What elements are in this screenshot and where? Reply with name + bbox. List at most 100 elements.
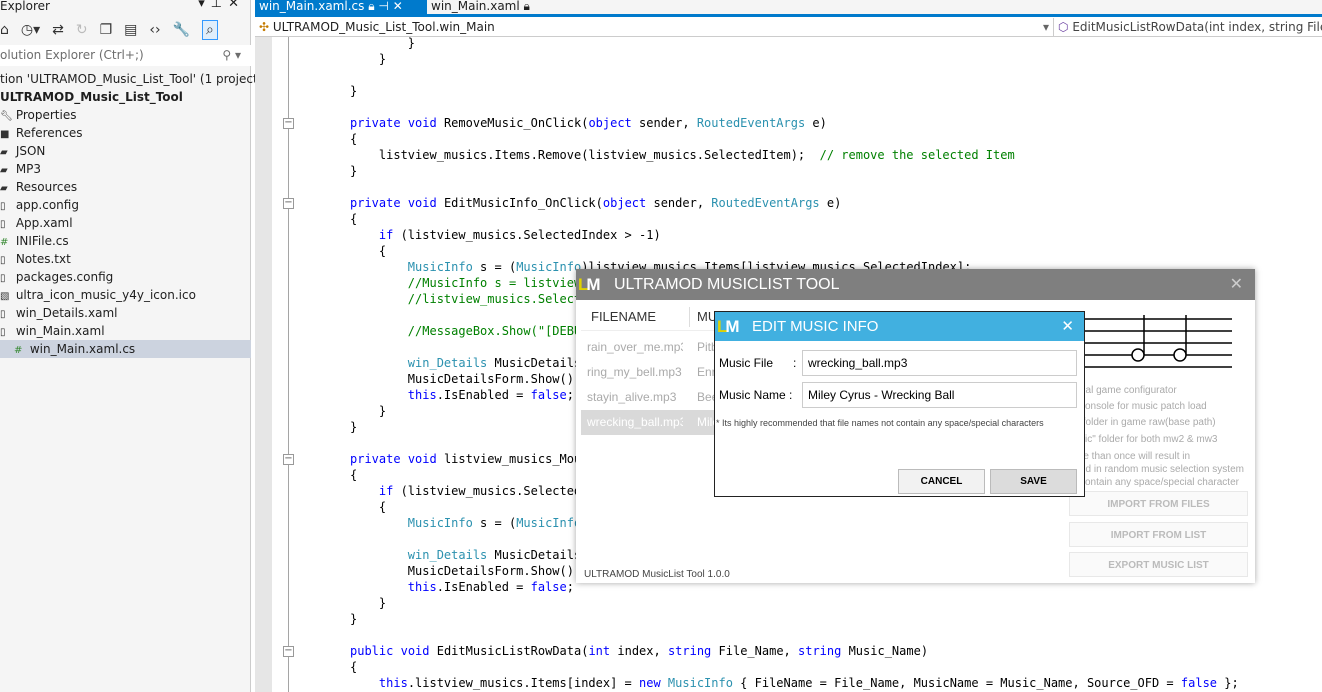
code-token: } bbox=[350, 612, 358, 626]
code-token: MusicDetailsForm.Show(); bbox=[350, 372, 582, 386]
row-filename: rain_over_me.mp3 bbox=[587, 340, 683, 354]
collapse-icon[interactable]: − bbox=[283, 198, 294, 209]
code-token: { FileName = File_Name, MusicName = Musi… bbox=[732, 676, 1181, 690]
code-token: } bbox=[350, 84, 358, 98]
tab-win-main-xaml-cs[interactable]: win_Main.xaml.cs 🔒︎ ⊣ ✕ bbox=[255, 0, 427, 14]
tree-item[interactable]: ▯ win_Details.xaml bbox=[0, 304, 251, 322]
home-icon[interactable]: ⌂ bbox=[0, 22, 9, 38]
code-token: EditMusicInfo_OnClick( bbox=[436, 196, 603, 210]
code-line: win_Details MusicDetailsF bbox=[350, 547, 589, 563]
search-icon[interactable]: ⚲ ▾ bbox=[222, 45, 241, 66]
music-file-input[interactable]: wrecking_ball.mp3 bbox=[802, 350, 1077, 376]
info-line: ed in random music selection system bbox=[1080, 464, 1244, 475]
code-token: object bbox=[588, 116, 632, 130]
tree-item[interactable]: ULTRAMOD_Music_List_Tool bbox=[0, 88, 251, 106]
import-from-list-button[interactable]: IMPORT FROM LIST bbox=[1069, 522, 1248, 547]
music-name-input[interactable]: Miley Cyrus - Wrecking Ball bbox=[802, 382, 1077, 408]
tree-item[interactable]: tion 'ULTRAMOD_Music_List_Tool' (1 proje… bbox=[0, 70, 262, 88]
music-list-row[interactable]: rain_over_me.mp3 Pitb bbox=[581, 335, 721, 360]
code-token: .listview_musics.Items[index] = bbox=[407, 676, 639, 690]
tree-item[interactable]: ▰ JSON bbox=[0, 142, 251, 160]
code-token: new bbox=[639, 676, 661, 690]
method-icon: ⬡ bbox=[1058, 20, 1069, 34]
code-token: { bbox=[350, 132, 358, 146]
edit-music-info-dialog: LM EDIT MUSIC INFO ✕ Music File : wrecki… bbox=[714, 311, 1085, 497]
code-line: } bbox=[350, 163, 357, 179]
search-input[interactable]: olution Explorer (Ctrl+;) ⚲ ▾ bbox=[0, 45, 251, 66]
panel-title: Explorer ▾⊥✕ bbox=[0, 0, 251, 14]
tree-item[interactable]: ▯ app.config bbox=[0, 196, 251, 214]
code-token: sender, bbox=[631, 116, 697, 130]
code-token: e) bbox=[805, 116, 827, 130]
code-line: //listview_musics.Selecte bbox=[350, 291, 589, 307]
save-button[interactable]: SAVE bbox=[990, 469, 1077, 494]
tree-item[interactable]: ▯ App.xaml bbox=[0, 214, 251, 232]
collapse-icon[interactable]: − bbox=[283, 646, 294, 657]
view-code-icon[interactable]: ‹› bbox=[149, 22, 160, 38]
code-token: } bbox=[350, 420, 358, 434]
sync-icon[interactable]: ⇄ bbox=[52, 22, 64, 38]
info-line: nal game configurator bbox=[1080, 385, 1177, 396]
pin-icon[interactable]: ⊥ bbox=[211, 0, 228, 11]
tree-item[interactable]: ▰ MP3 bbox=[0, 160, 251, 178]
code-token: } bbox=[350, 596, 387, 610]
history-icon[interactable]: ◷▾ bbox=[21, 22, 40, 38]
tab-win-main-xaml[interactable]: win_Main.xaml 🔒︎ bbox=[427, 0, 534, 14]
tree-item-label: win_Main.xaml bbox=[15, 324, 105, 338]
collapse-icon[interactable]: − bbox=[283, 454, 294, 465]
class-selector[interactable]: ✣ ULTRAMOD_Music_List_Tool.win_Main ▾ bbox=[259, 18, 1054, 36]
code-token: false bbox=[1180, 676, 1218, 690]
export-music-list-button[interactable]: EXPORT MUSIC LIST bbox=[1069, 552, 1248, 577]
collapse-all-icon[interactable]: ❐ bbox=[100, 22, 113, 38]
code-line: { bbox=[350, 131, 357, 147]
tree-item[interactable]: # INIFile.cs bbox=[0, 232, 251, 250]
cancel-button[interactable]: CANCEL bbox=[898, 469, 985, 494]
tree-item[interactable]: # win_Main.xaml.cs bbox=[0, 340, 251, 358]
music-list-row[interactable]: stayin_alive.mp3 Bee bbox=[581, 385, 721, 410]
column-filename[interactable]: FILENAME bbox=[591, 303, 656, 331]
code-line: listview_musics.Items.Remove(listview_mu… bbox=[350, 147, 1015, 163]
code-token: void bbox=[400, 644, 430, 658]
close-icon[interactable]: ✕ bbox=[228, 0, 245, 11]
tree-item[interactable]: ■ References bbox=[0, 124, 251, 142]
code-token: .IsEnabled = bbox=[436, 388, 531, 402]
refresh-icon[interactable]: ↻ bbox=[76, 22, 88, 38]
pin-icon[interactable]: ⊣ bbox=[378, 0, 388, 13]
code-token: { bbox=[350, 244, 387, 258]
code-line: private void EditMusicInfo_OnClick(objec… bbox=[350, 195, 841, 211]
code-token: EditMusicListRowData( bbox=[429, 644, 589, 658]
import-from-files-button[interactable]: IMPORT FROM FILES bbox=[1069, 491, 1248, 516]
code-token: RoutedEventArgs bbox=[696, 116, 806, 130]
tree-item[interactable]: ▯ Notes.txt bbox=[0, 250, 251, 268]
tree-item-label: Properties bbox=[15, 108, 77, 122]
tree-item[interactable]: ▧ ultra_icon_music_y4y_icon.ico bbox=[0, 286, 251, 304]
tree-item[interactable]: ▯ packages.config bbox=[0, 268, 251, 286]
code-token: //listview_musics.Selecte bbox=[350, 292, 589, 306]
close-icon[interactable]: ✕ bbox=[1230, 269, 1243, 300]
dropdown-icon[interactable]: ▾ bbox=[198, 0, 211, 11]
show-all-files-icon[interactable]: ▤ bbox=[124, 22, 137, 38]
close-icon[interactable]: ✕ bbox=[1061, 312, 1074, 341]
music-list-row[interactable]: wrecking_ball.mp3 Mile bbox=[581, 410, 721, 435]
tree-item[interactable]: ▰ Resources bbox=[0, 178, 251, 196]
member-selector[interactable]: ⬡ EditMusicListRowData(int index, string… bbox=[1058, 18, 1322, 36]
properties-wrench-icon[interactable]: 🔧 bbox=[173, 22, 190, 38]
member-selector-value: EditMusicListRowData(int index, string F… bbox=[1072, 20, 1322, 34]
close-tab-icon[interactable]: ✕ bbox=[393, 0, 403, 13]
code-line: public void EditMusicListRowData(int ind… bbox=[350, 643, 928, 659]
info-line: console for music patch load bbox=[1080, 401, 1207, 412]
code-line: this.listview_musics.Items[index] = new … bbox=[350, 675, 1239, 691]
preview-selected-icon[interactable]: ⌕ bbox=[202, 20, 218, 40]
tree-item[interactable]: 🔧︎ Properties bbox=[0, 106, 251, 124]
collapse-icon[interactable]: − bbox=[283, 118, 294, 129]
music-list-row[interactable]: ring_my_bell.mp3 Enri bbox=[581, 360, 721, 385]
code-token: this bbox=[407, 580, 437, 594]
code-token: (listview_musics.SelectedIndex > -1) bbox=[393, 228, 661, 242]
tree-item-label: INIFile.cs bbox=[15, 234, 69, 248]
code-line: if (listview_musics.SelectedIndex > -1) bbox=[350, 227, 661, 243]
tree-item[interactable]: ▯ win_Main.xaml bbox=[0, 322, 251, 340]
code-token: { bbox=[350, 660, 358, 674]
